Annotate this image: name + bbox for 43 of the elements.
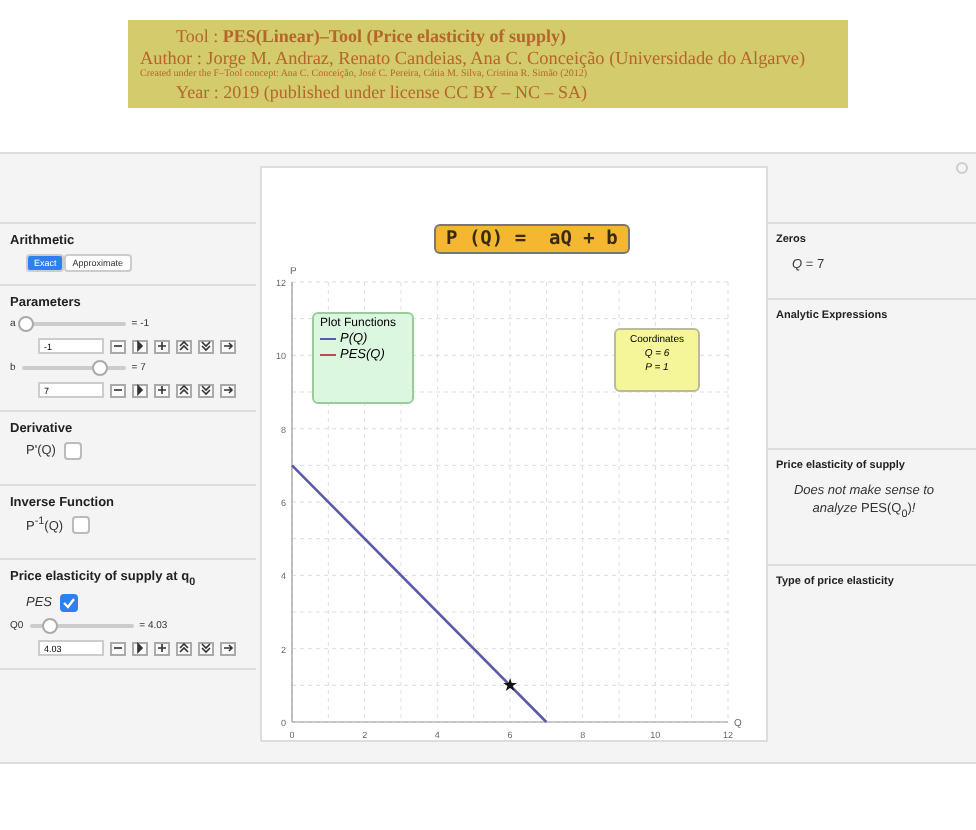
control-icon bbox=[178, 340, 190, 352]
step-button[interactable] bbox=[220, 339, 236, 353]
control-icon bbox=[178, 642, 190, 655]
slider[interactable] bbox=[21, 316, 126, 332]
step-button[interactable] bbox=[110, 383, 126, 397]
control-icon bbox=[222, 384, 234, 396]
checkbox[interactable] bbox=[60, 594, 79, 613]
checkbox[interactable] bbox=[63, 442, 82, 460]
control-icon bbox=[200, 384, 212, 396]
slider-thumb[interactable] bbox=[42, 618, 59, 635]
step-button[interactable] bbox=[176, 383, 192, 397]
step-button[interactable] bbox=[132, 339, 148, 353]
step-button[interactable] bbox=[198, 641, 214, 656]
control-icon bbox=[156, 642, 168, 655]
banner-text: Tool : PES(Linear)–Tool (Price elasticity of supply) bbox=[174, 26, 569, 46]
step-button[interactable] bbox=[110, 339, 126, 353]
slider-thumb[interactable] bbox=[18, 316, 35, 332]
step-button[interactable] bbox=[132, 641, 148, 656]
step-button[interactable] bbox=[198, 383, 214, 397]
step-button[interactable] bbox=[154, 641, 170, 656]
step-button[interactable] bbox=[176, 641, 192, 656]
step-button[interactable] bbox=[220, 383, 236, 397]
slider[interactable] bbox=[29, 618, 134, 635]
formula-label: P (Q) = aQ + b bbox=[434, 224, 630, 254]
control-icon bbox=[156, 340, 168, 352]
step-button[interactable] bbox=[154, 339, 170, 353]
control-icon bbox=[178, 384, 190, 396]
control-icon bbox=[200, 340, 212, 352]
slider-thumb[interactable] bbox=[91, 360, 108, 376]
step-button[interactable] bbox=[132, 383, 148, 397]
control-icon bbox=[156, 384, 168, 396]
banner-text: Year : 2019 (published under license CC BY – NC – SA) bbox=[174, 82, 589, 102]
step-button[interactable] bbox=[198, 339, 214, 353]
step-button[interactable] bbox=[110, 641, 126, 656]
step-button[interactable] bbox=[154, 383, 170, 397]
control-icon bbox=[222, 642, 234, 655]
slider[interactable] bbox=[21, 360, 126, 376]
checkbox[interactable] bbox=[71, 516, 90, 535]
step-button[interactable] bbox=[220, 641, 236, 656]
step-button[interactable] bbox=[176, 339, 192, 353]
banner-text: Author : Jorge M. Andraz, Renato Candeias, Ana C. Conceição (Universidade do Algarve) bbox=[140, 48, 808, 68]
control-icon bbox=[222, 340, 234, 352]
control-icon bbox=[200, 642, 212, 655]
